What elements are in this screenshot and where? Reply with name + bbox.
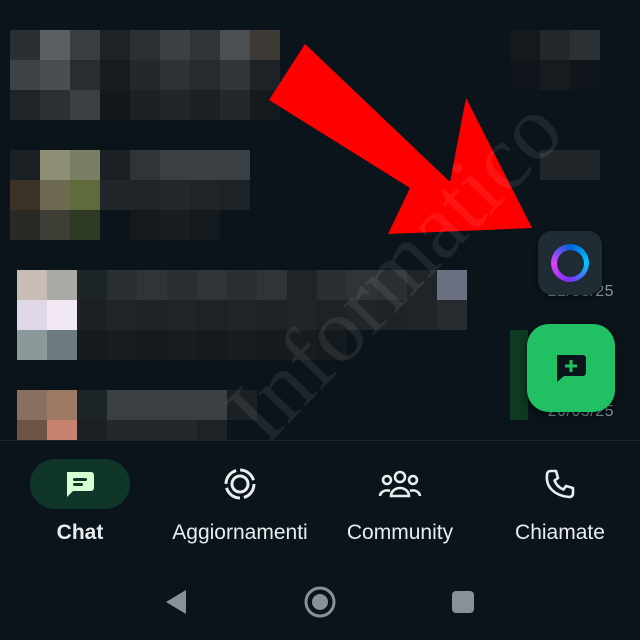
new-chat-icon [557, 355, 586, 382]
new-chat-button[interactable] [527, 324, 615, 412]
tab-calls[interactable]: Chiamate [480, 459, 640, 559]
tab-label: Chiamate [515, 521, 605, 544]
tab-chat[interactable]: Chat [0, 459, 160, 559]
home-icon [304, 586, 336, 618]
active-tab-pill [30, 459, 130, 509]
meta-ai-ring-icon [551, 244, 589, 282]
tab-updates[interactable]: Aggiornamenti [160, 459, 320, 559]
unread-accent [510, 330, 528, 420]
back-button[interactable] [156, 582, 196, 622]
tab-label: Community [346, 521, 454, 544]
chat-meta-pixelated [540, 150, 630, 180]
back-icon [166, 590, 186, 614]
recents-icon [452, 591, 474, 613]
updates-icon [224, 468, 256, 500]
chat-preview-pixelated [10, 30, 310, 120]
tab-community[interactable]: Community [320, 459, 480, 559]
meta-ai-button[interactable] [538, 231, 602, 295]
phone-icon [545, 469, 575, 499]
chat-row[interactable] [0, 30, 640, 130]
tab-label: Aggiornamenti [172, 521, 308, 544]
recents-button[interactable] [443, 582, 483, 622]
home-button[interactable] [300, 582, 340, 622]
community-icon [378, 470, 422, 498]
chat-preview-pixelated [17, 270, 497, 360]
system-navigation-bar [0, 560, 640, 640]
tab-label: Chat [56, 521, 104, 544]
bottom-navigation: Chat Aggiornamenti Community Chiamate [0, 440, 640, 561]
chat-meta-pixelated [510, 30, 600, 90]
chat-preview-pixelated [10, 150, 310, 240]
chat-icon [67, 472, 94, 497]
